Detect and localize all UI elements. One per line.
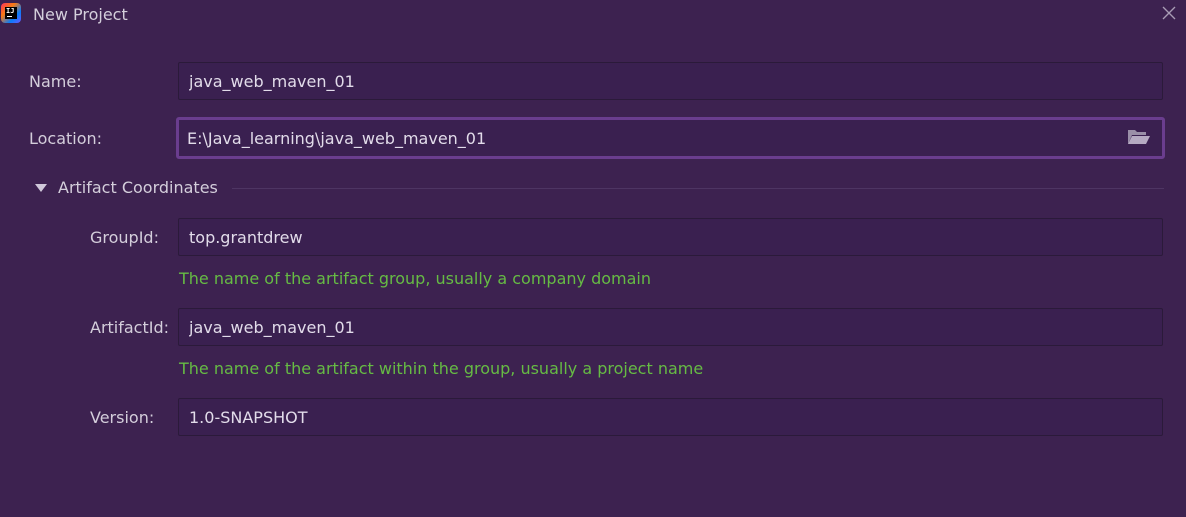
- folder-open-icon[interactable]: [1126, 128, 1152, 146]
- name-field-container: [178, 62, 1163, 100]
- location-field-container: [176, 117, 1165, 159]
- group-id-field-container: [178, 218, 1163, 256]
- group-id-input[interactable]: [189, 219, 1112, 255]
- artifact-coordinates-section[interactable]: Artifact Coordinates: [32, 177, 1164, 199]
- version-field-container: [178, 398, 1163, 436]
- title-bar: IJ New Project: [0, 0, 1186, 32]
- artifact-id-input[interactable]: [189, 309, 1112, 345]
- section-divider: [232, 188, 1164, 189]
- location-label: Location:: [29, 129, 103, 148]
- group-id-hint: The name of the artifact group, usually …: [179, 269, 651, 288]
- name-input[interactable]: [189, 63, 1112, 99]
- triangle-down-icon[interactable]: [35, 184, 47, 192]
- artifact-id-hint: The name of the artifact within the grou…: [179, 359, 704, 378]
- name-label: Name:: [29, 72, 82, 91]
- new-project-dialog: IJ New Project Name: Location: Artifact …: [0, 0, 1186, 517]
- app-icon-label: IJ: [5, 7, 17, 19]
- location-input[interactable]: [187, 120, 1110, 156]
- version-input[interactable]: [189, 399, 1112, 435]
- group-id-label: GroupId:: [90, 228, 159, 247]
- artifact-coordinates-title[interactable]: Artifact Coordinates: [58, 178, 218, 197]
- artifact-id-label: ArtifactId:: [90, 318, 170, 337]
- dialog-title: New Project: [33, 5, 128, 24]
- version-label: Version:: [90, 408, 155, 427]
- close-icon[interactable]: [1160, 4, 1178, 22]
- artifact-id-field-container: [178, 308, 1163, 346]
- intellij-app-icon: IJ: [1, 3, 21, 23]
